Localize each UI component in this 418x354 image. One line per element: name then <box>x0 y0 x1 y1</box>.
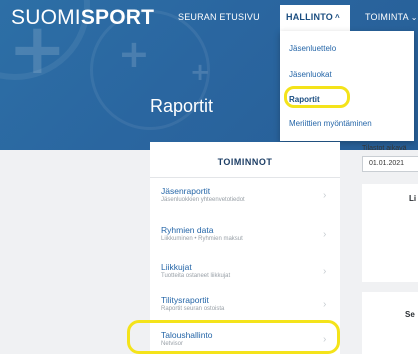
nav-item-hallinto[interactable]: HALLINTO ^ <box>280 5 350 31</box>
start-date-field[interactable]: 01.01.2021 <box>362 156 418 172</box>
chevron-right-icon: › <box>323 334 327 345</box>
chevron-right-icon: › <box>323 266 327 277</box>
menu-item-title: Taloushallinto <box>161 330 213 340</box>
chevron-down-icon: ⌄ <box>410 13 418 22</box>
menu-item-taloushallinto[interactable]: Taloushallinto Netvisor › <box>0 330 326 354</box>
stats-card: Se <box>362 292 418 354</box>
chevron-up-icon: ^ <box>334 13 340 22</box>
decor-plus-icon: + <box>190 58 211 86</box>
dropdown-item-jasenluettelo[interactable]: Jäsenluettelo <box>289 44 336 53</box>
menu-item-liikkujat[interactable]: Liikkujat Tuotteita ostaneet liikkujat › <box>0 262 326 298</box>
menu-item-ryhmien-data[interactable]: Ryhmien data Liikkuminen • Ryhmien maksu… <box>0 225 326 261</box>
card-title: Li <box>409 194 417 203</box>
menu-item-subtitle: Liikkuminen • Ryhmien maksut <box>161 236 243 242</box>
chevron-right-icon: › <box>323 190 327 201</box>
menu-item-title: Jäsenraportit <box>161 186 211 196</box>
menu-item-jasenraportit[interactable]: Jäsenraportit Jäsenluokkien yhteenvetoti… <box>0 186 326 222</box>
nav-item-seuran-etusivu[interactable]: SEURAN ETUSIVU <box>178 12 260 22</box>
nav-item-label: HALLINTO <box>286 12 333 22</box>
chevron-right-icon: › <box>323 229 327 240</box>
menu-item-subtitle: Tuotteita ostaneet liikkujat <box>161 273 231 279</box>
dropdown-item-jasenluokat[interactable]: Jäsenluokat <box>289 70 332 79</box>
menu-item-subtitle: Netvisor <box>161 341 184 347</box>
nav-item-toiminta[interactable]: TOIMINTA ⌄ <box>365 12 418 22</box>
page-title: Raportit <box>150 96 214 116</box>
stats-card: Li <box>362 184 418 282</box>
dropdown-item-raportit[interactable]: Raportit <box>289 95 320 104</box>
nav-item-label: TOIMINTA <box>365 12 409 22</box>
menu-item-title: Tilitysraportit <box>161 295 209 305</box>
decor-plus-icon: + <box>118 32 150 76</box>
hallinto-dropdown-menu: Jäsenluettelo Jäsenluokat Raportit Merii… <box>280 31 414 141</box>
menu-item-title: Liikkujat <box>161 262 192 272</box>
card-title: TOIMINNOT <box>217 157 273 167</box>
top-nav: SEURAN ETUSIVU HALLINTO ^ TOIMINTA ⌄ <box>0 0 418 34</box>
menu-item-subtitle: Raportit seuran ostoista <box>161 306 225 312</box>
stats-period-label: Tilastot aikavä <box>362 145 407 152</box>
card-title: Se <box>405 310 415 319</box>
chevron-right-icon: › <box>323 299 327 310</box>
menu-item-subtitle: Jäsenluokkien yhteenvetotiedot <box>161 197 245 203</box>
dropdown-item-meriittien-myontaminen[interactable]: Meriittien myöntäminen <box>289 119 372 128</box>
nav-item-label: SEURAN ETUSIVU <box>178 12 260 22</box>
menu-item-title: Ryhmien data <box>161 225 214 235</box>
divider <box>150 177 340 178</box>
